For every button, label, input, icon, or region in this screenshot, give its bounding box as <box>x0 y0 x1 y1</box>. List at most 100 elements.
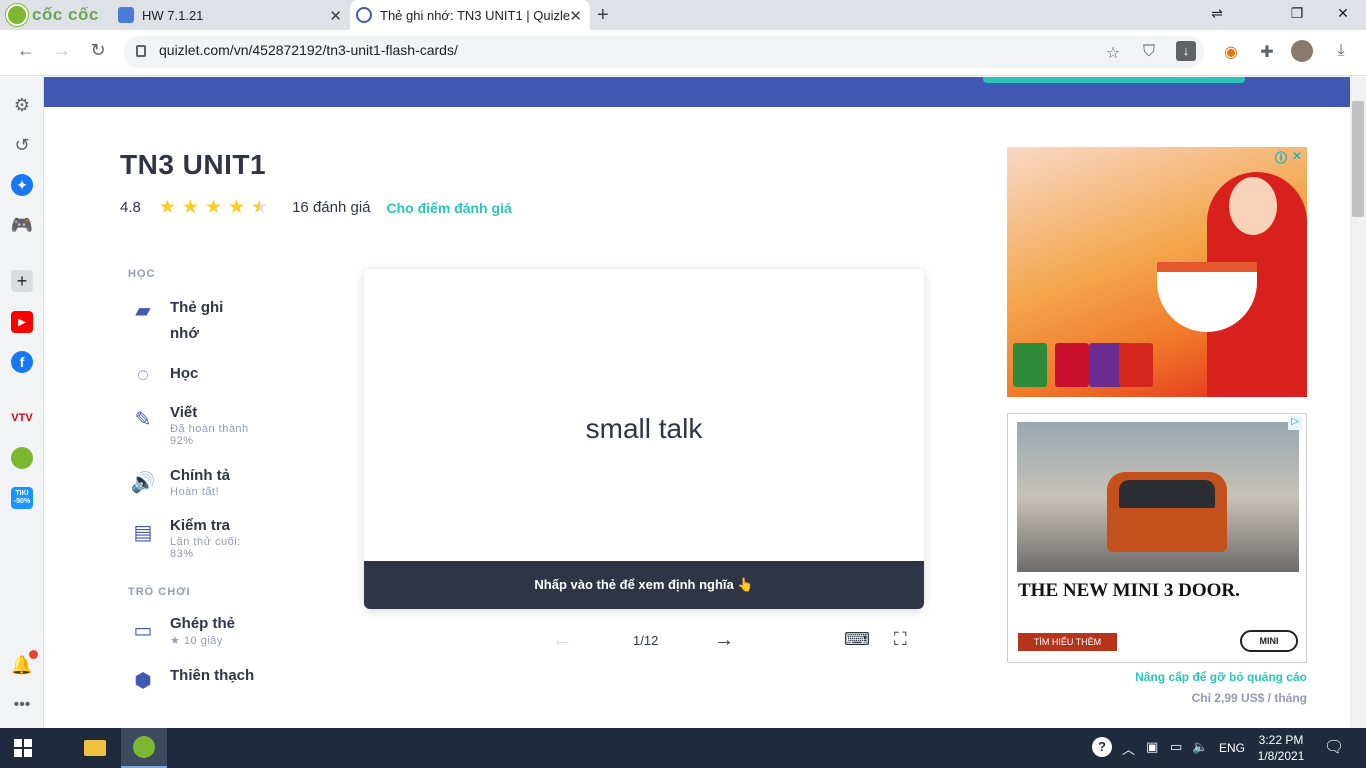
mode-flashcards[interactable]: ▰ Thẻ ghi nhớ <box>128 295 242 347</box>
history-icon[interactable]: ↺ <box>11 134 33 156</box>
keyboard-shortcuts-icon[interactable]: ⌨ <box>844 629 870 650</box>
messenger-icon[interactable]: ✦ <box>11 174 33 196</box>
tab-strip: cốc cốc HW 7.1.21 ✕ Thẻ ghi nhớ: TN3 UNI… <box>0 0 1366 30</box>
rate-set-link[interactable]: Cho điểm đánh giá <box>387 200 512 216</box>
bookmark-star-icon[interactable]: ☆ <box>1102 43 1124 63</box>
rating-value: 4.8 <box>120 199 141 216</box>
card-counter: 1/12 <box>633 633 659 648</box>
add-sidebar-item-icon[interactable]: + <box>11 270 33 292</box>
mode-label: Thẻ ghi nhớ <box>170 299 224 342</box>
mode-label: Chính tả <box>170 467 230 484</box>
volume-icon[interactable]: 🔈 <box>1192 739 1208 755</box>
ad-cta-button[interactable]: TÌM HIỂU THÊM <box>1018 633 1117 651</box>
mode-learn[interactable]: ◌ Học <box>128 360 198 390</box>
extensions-puzzle-icon[interactable]: ✚ <box>1256 42 1278 62</box>
quizlet-header-banner <box>44 77 1350 107</box>
youtube-icon[interactable]: ▶ <box>11 311 33 333</box>
facebook-icon[interactable]: f <box>11 351 33 373</box>
match-cards-icon: ▭ <box>133 619 153 642</box>
flashcard-term: small talk <box>585 413 703 444</box>
vtv-go-icon[interactable]: VTV <box>11 407 33 429</box>
ad-car-photo <box>1017 422 1299 572</box>
tab-quizlet[interactable]: Thẻ ghi nhớ: TN3 UNIT1 | Quizlet ✕ <box>350 0 590 30</box>
mode-write[interactable]: ✎ Viết Đã hoàn thành 92% <box>128 404 270 447</box>
more-options-icon[interactable]: ••• <box>11 694 33 716</box>
url-input[interactable] <box>159 42 1059 58</box>
rating-stars: ★ ★ ★ ★ ★ <box>159 198 268 217</box>
meet-now-icon[interactable]: ▣ <box>1146 739 1158 755</box>
google-classroom-icon <box>118 7 134 23</box>
quizlet-page: TN3 UNIT1 4.8 ★ ★ ★ ★ ★ 16 đánh giá Cho điểm… <box>44 77 1350 728</box>
tiki-badge-icon[interactable]: TIKI -50% <box>11 487 33 509</box>
ad-headline: THE NEW MINI 3 DOOR. <box>1018 580 1240 601</box>
ad-close-icon[interactable]: ✕ <box>1292 149 1302 163</box>
page-scrollbar[interactable] <box>1350 77 1366 728</box>
next-card-arrow-icon[interactable]: → <box>714 629 734 652</box>
coccoc-logo-icon <box>6 4 28 26</box>
back-button[interactable]: ← <box>14 40 38 61</box>
windows-start-icon[interactable] <box>14 739 32 757</box>
tab-title: Thẻ ghi nhớ: TN3 UNIT1 | Quizlet <box>380 7 570 23</box>
coccoc-app-icon[interactable] <box>11 447 33 469</box>
input-language[interactable]: ENG <box>1219 741 1245 755</box>
game-label: Thiên thạch <box>170 667 255 684</box>
help-icon[interactable]: ? <box>1092 737 1112 757</box>
clock-time: 3:22 PM <box>1258 733 1304 747</box>
mini-logo: MINI <box>1240 630 1298 652</box>
mode-label: Viết <box>170 404 198 421</box>
scrollbar-thumb[interactable] <box>1352 101 1364 217</box>
noodle-pack-image <box>1119 343 1153 387</box>
instant-noodle-ad[interactable]: ⓘ ✕ <box>1007 147 1307 397</box>
test-document-icon: ▤ <box>133 521 153 544</box>
maximize-button[interactable]: ❐ <box>1274 5 1320 22</box>
profile-avatar[interactable] <box>1291 40 1313 62</box>
brand-name: cốc cốc <box>32 5 99 24</box>
extension-color-icon[interactable]: ◉ <box>1220 42 1242 62</box>
mode-label: Kiểm tra <box>170 517 231 534</box>
mode-spell[interactable]: 🔊 Chính tả Hoàn tất! <box>128 467 230 498</box>
fullscreen-icon[interactable]: ⛶ <box>894 629 907 650</box>
star-icon: ★ <box>181 197 199 218</box>
reload-button[interactable]: ↻ <box>86 40 110 61</box>
flashcard[interactable]: small talk Nhấp vào thẻ để xem định nghĩ… <box>364 269 924 609</box>
forward-button[interactable]: → <box>50 40 74 61</box>
tab-close-icon[interactable]: ✕ <box>569 7 582 25</box>
upgrade-price: Chỉ 2,99 US$ / tháng <box>1191 691 1307 705</box>
noodle-pack-image <box>1089 343 1123 387</box>
game-match[interactable]: ▭ Ghép thẻ ★ 10 giây <box>128 615 235 647</box>
settings-gear-icon[interactable]: ⚙ <box>11 94 33 116</box>
show-hidden-icons-icon[interactable]: ︿ <box>1122 739 1135 758</box>
battery-icon[interactable]: ▭ <box>1170 739 1182 755</box>
tab-hw[interactable]: HW 7.1.21 ✕ <box>110 0 350 30</box>
star-icon: ★ <box>204 197 222 218</box>
action-center-icon[interactable]: 🗨 <box>1324 737 1344 757</box>
asteroid-hexagon-icon: ⬢ <box>134 669 152 692</box>
learn-circle-icon: ◌ <box>137 363 149 386</box>
new-tab-button[interactable]: + <box>597 4 609 27</box>
ad-info-icon[interactable]: ⓘ <box>1275 149 1287 166</box>
ad-model-face <box>1229 177 1277 235</box>
mode-test[interactable]: ▤ Kiểm tra Lần thử cuối: 83% <box>128 517 260 560</box>
download-video-icon[interactable]: ↓ <box>1176 41 1196 61</box>
adchoices-icon[interactable]: ▷ <box>1288 416 1302 430</box>
game-best-time: ★ 10 giây <box>170 635 223 647</box>
header-upgrade-button[interactable] <box>983 77 1245 83</box>
remove-ads-link[interactable]: Nâng cấp để gỡ bỏ quảng cáo <box>1007 670 1307 684</box>
learn-section-label: HỌC <box>128 268 156 280</box>
coccoc-menu-button[interactable]: cốc cốc <box>6 3 99 27</box>
mini-car-ad[interactable]: THE NEW MINI 3 DOOR. TÌM HIỂU THÊM MINI … <box>1007 413 1307 663</box>
mode-label: Học <box>170 365 199 382</box>
prev-card-arrow-icon[interactable]: ← <box>552 629 572 652</box>
game-gravity[interactable]: ⬢ Thiên thạch <box>128 665 254 695</box>
close-window-button[interactable]: ✕ <box>1320 5 1366 22</box>
star-icon: ★ <box>251 197 269 218</box>
tab-close-icon[interactable]: ✕ <box>329 7 342 25</box>
shield-icon[interactable]: ⛉ <box>1138 43 1160 61</box>
game-controller-icon[interactable]: 🎮 <box>11 214 33 236</box>
file-explorer-icon[interactable] <box>72 728 118 768</box>
address-bar[interactable]: ☆ ⛉ ↓ <box>124 36 1204 68</box>
restore-tabs-icon[interactable]: ⇌ <box>1194 5 1240 22</box>
downloads-icon[interactable]: ⤓ <box>1330 42 1352 60</box>
coccoc-taskbar-icon[interactable] <box>121 728 167 768</box>
taskbar-clock[interactable]: 3:22 PM 1/8/2021 <box>1246 732 1316 764</box>
